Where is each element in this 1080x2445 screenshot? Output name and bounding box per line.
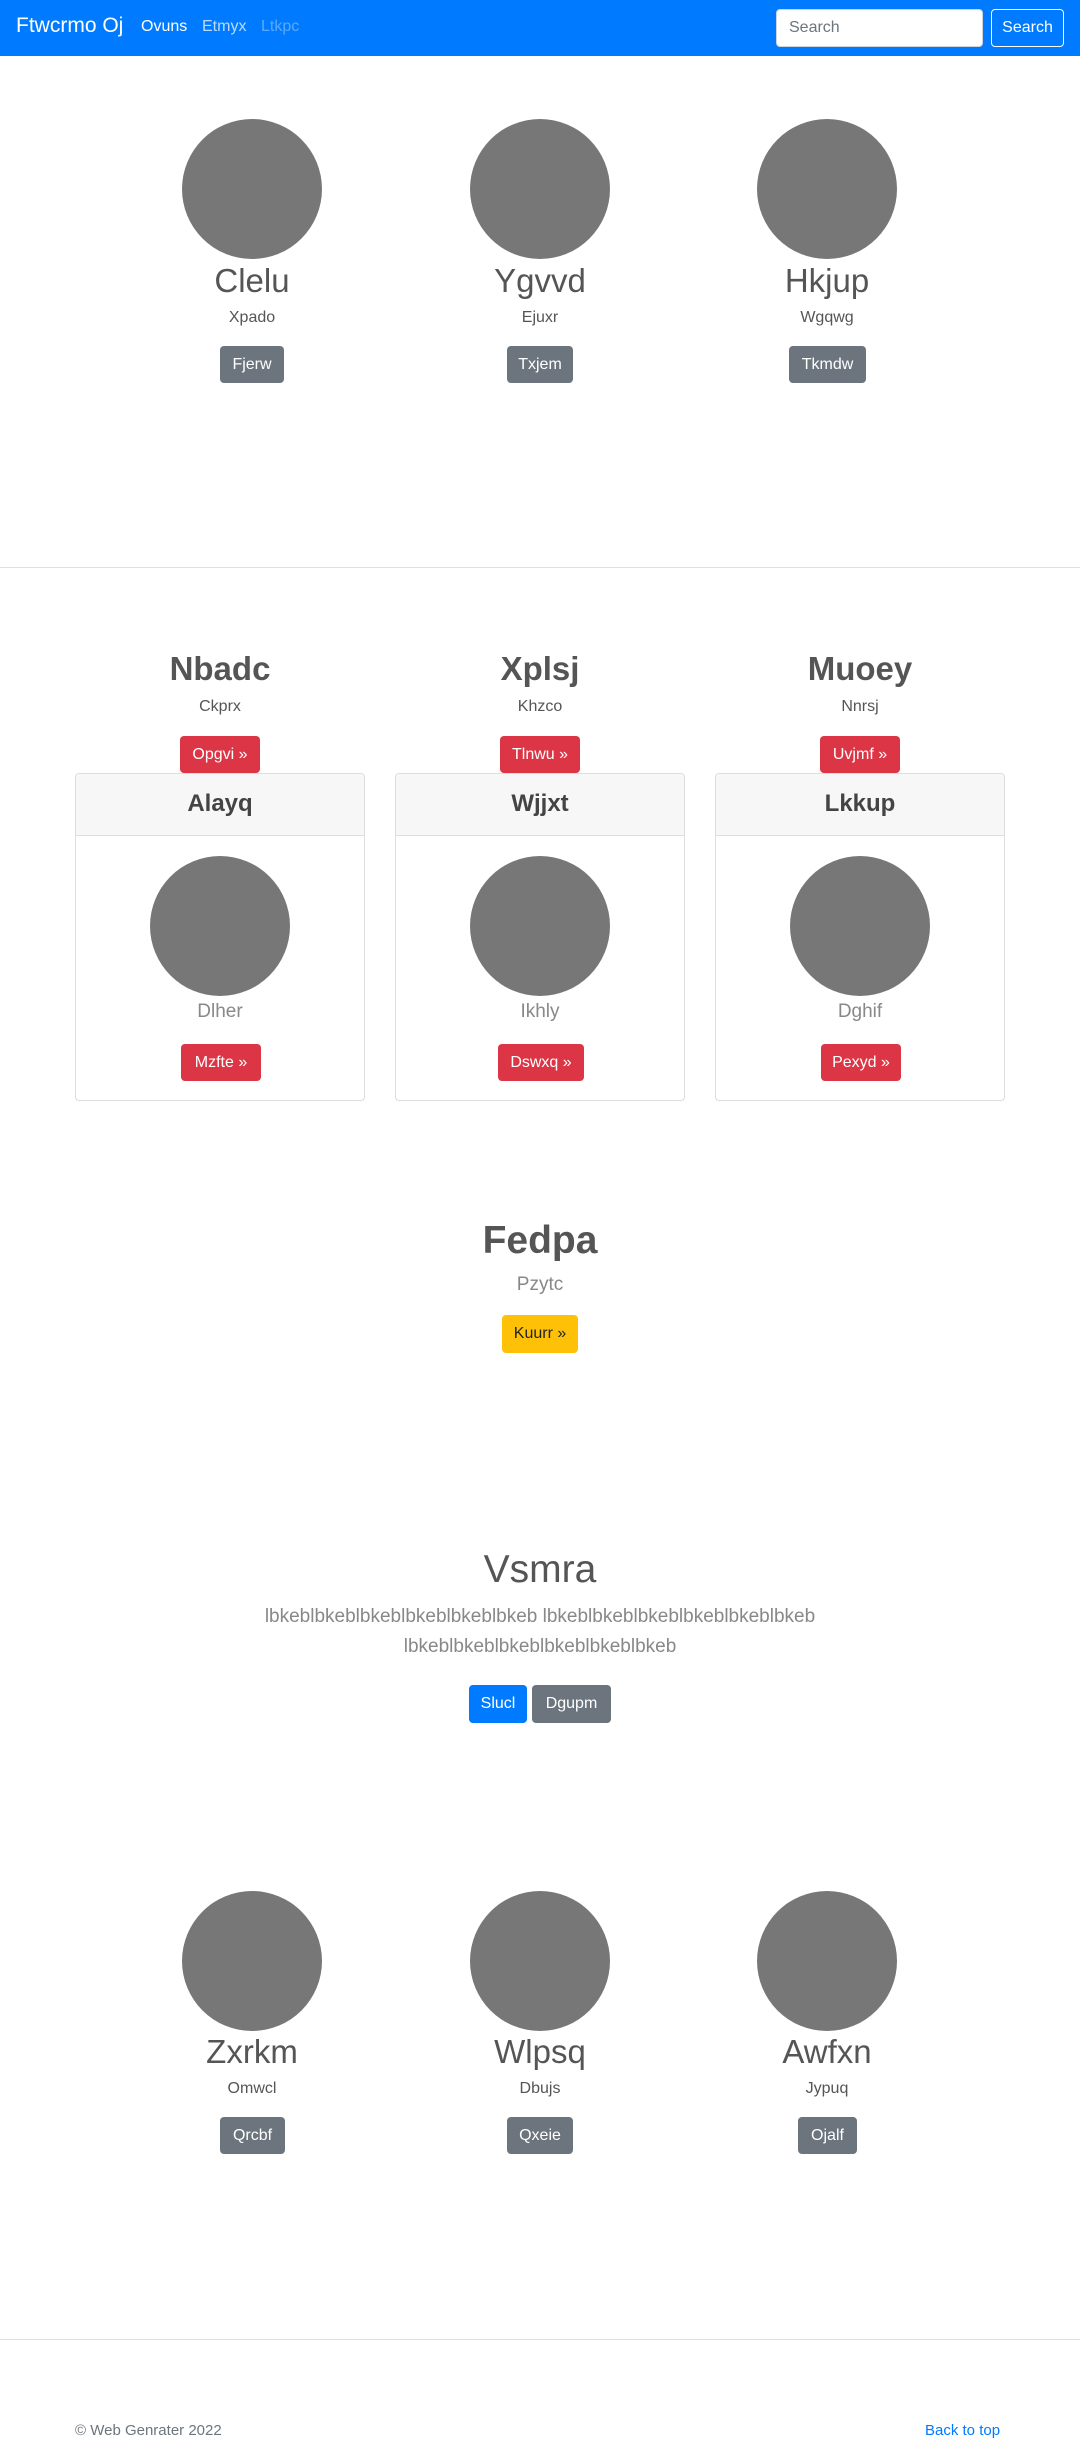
card-button[interactable]: Mzfte » xyxy=(181,1044,261,1081)
card-caption: Dlher xyxy=(197,1001,243,1022)
hero-primary-button[interactable]: Slucl xyxy=(469,1685,527,1723)
nav-link-ovuns[interactable]: Ovuns xyxy=(141,18,187,36)
card-title: Alayq xyxy=(187,790,253,817)
avatar-placeholder xyxy=(470,1891,610,2031)
highlight-subtitle: Pzytc xyxy=(516,1274,564,1295)
avatar-placeholder xyxy=(470,119,610,259)
highlight-title: Fedpa xyxy=(482,1219,598,1262)
profile-name: Clelu xyxy=(214,262,290,299)
section-divider xyxy=(0,2339,1080,2340)
avatar-placeholder xyxy=(150,856,290,996)
profile-button[interactable]: Qxeie xyxy=(507,2117,573,2154)
feature-button[interactable]: Tlnwu » xyxy=(500,736,580,773)
hero-text-line-1: lbkeblbkeblbkeblbkeblbkeblbkeb lbkeblbke… xyxy=(264,1606,816,1627)
nav-link-ltkpc: Ltkpc xyxy=(261,18,300,35)
card-header: Wjjxt xyxy=(396,774,684,836)
card: Lkkup Dghif Pexyd » xyxy=(715,773,1005,1101)
nav-link-etmyx[interactable]: Etmyx xyxy=(202,18,246,36)
highlight-button[interactable]: Kuurr » xyxy=(502,1315,578,1353)
avatar-placeholder xyxy=(757,119,897,259)
navbar: Ftwcrmo Oj Ovuns Etmyx Ltkpc Search xyxy=(0,0,1080,56)
profile-name: Zxrkm xyxy=(206,2033,298,2070)
card-header: Alayq xyxy=(76,774,364,836)
profile-subtitle: Omwcl xyxy=(227,2080,277,2097)
profile-subtitle: Dbujs xyxy=(519,2080,561,2097)
card: Wjjxt Ikhly Dswxq » xyxy=(395,773,685,1101)
search-input[interactable] xyxy=(776,9,983,47)
profile-button[interactable]: Fjerw xyxy=(220,346,284,383)
feature-button[interactable]: Opgvi » xyxy=(180,736,260,773)
feature-subtitle: Nnrsj xyxy=(841,698,879,715)
back-to-top-link[interactable]: Back to top xyxy=(925,2422,1000,2439)
navbar-brand[interactable]: Ftwcrmo Oj xyxy=(16,14,123,38)
profile-name: Ygvvd xyxy=(494,262,586,299)
profile-subtitle: Ejuxr xyxy=(521,309,559,326)
feature-subtitle: Khzco xyxy=(517,698,563,715)
section-divider xyxy=(0,567,1080,568)
feature-title: Xplsj xyxy=(500,650,580,687)
feature-title: Muoey xyxy=(807,650,913,687)
footer-copyright: © Web Genrater 2022 xyxy=(75,2422,222,2439)
profile-name: Hkjup xyxy=(784,262,870,299)
card-header: Lkkup xyxy=(716,774,1004,836)
feature-subtitle: Ckprx xyxy=(199,698,241,715)
hero-title: Vsmra xyxy=(483,1548,597,1591)
card-title: Wjjxt xyxy=(511,790,569,817)
avatar-placeholder xyxy=(182,1891,322,2031)
profile-subtitle: Wgqwg xyxy=(800,309,854,326)
avatar-placeholder xyxy=(470,856,610,996)
profile-button[interactable]: Tkmdw xyxy=(789,346,866,383)
profile-name: Awfxn xyxy=(782,2033,872,2070)
profile-button[interactable]: Ojalf xyxy=(798,2117,857,2154)
profile-subtitle: Xpado xyxy=(228,309,276,326)
card-caption: Ikhly xyxy=(520,1001,560,1022)
profile-subtitle: Jypuq xyxy=(805,2080,849,2097)
avatar-placeholder xyxy=(757,1891,897,2031)
avatar-placeholder xyxy=(182,119,322,259)
avatar-placeholder xyxy=(790,856,930,996)
feature-title: Nbadc xyxy=(169,650,271,687)
card: Alayq Dlher Mzfte » xyxy=(75,773,365,1101)
hero-text-line-2: lbkeblbkeblbkeblbkeblbkeblbkeb xyxy=(403,1636,677,1657)
card-caption: Dghif xyxy=(837,1001,883,1022)
feature-button[interactable]: Uvjmf » xyxy=(820,736,900,773)
profile-button[interactable]: Txjem xyxy=(507,346,573,383)
profile-button[interactable]: Qrcbf xyxy=(220,2117,285,2154)
card-title: Lkkup xyxy=(824,790,896,817)
profile-name: Wlpsq xyxy=(494,2033,586,2070)
card-button[interactable]: Dswxq » xyxy=(498,1044,584,1081)
hero-secondary-button[interactable]: Dgupm xyxy=(532,1685,611,1723)
card-button[interactable]: Pexyd » xyxy=(821,1044,901,1081)
search-button[interactable]: Search xyxy=(991,9,1064,47)
